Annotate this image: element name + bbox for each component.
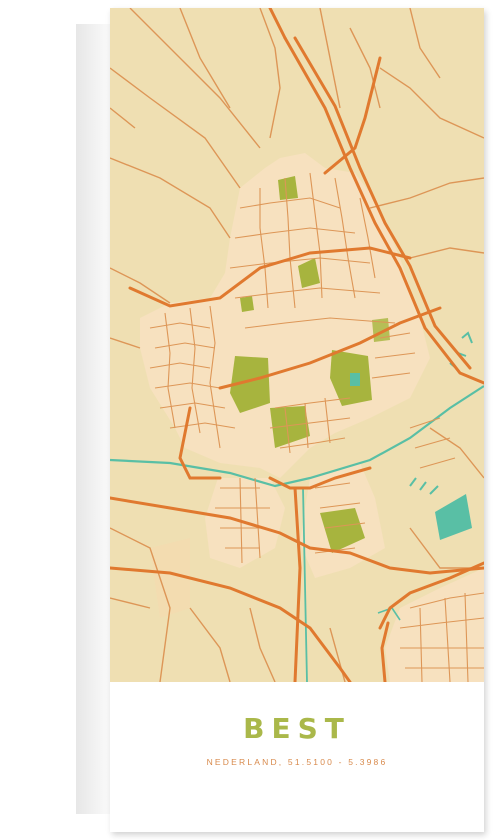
title-area: BEST NEDERLAND, 51.5100 - 5.3986: [110, 682, 484, 832]
poster-canvas: BEST NEDERLAND, 51.5100 - 5.3986: [110, 8, 484, 832]
map-svg: [110, 8, 484, 682]
city-title: BEST: [243, 712, 351, 745]
coordinates-subtitle: NEDERLAND, 51.5100 - 5.3986: [206, 757, 388, 767]
city-map: [110, 8, 484, 682]
